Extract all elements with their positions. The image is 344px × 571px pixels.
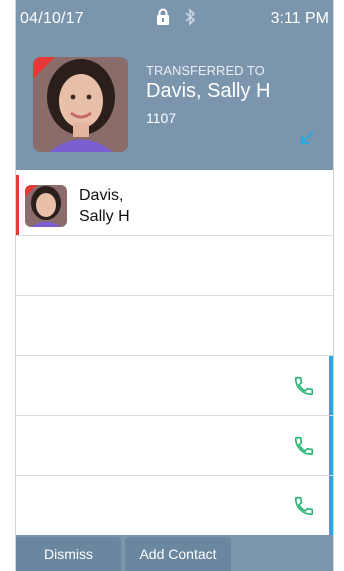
alert-corner-flag bbox=[33, 57, 55, 79]
call-status-label: TRANSFERRED TO bbox=[146, 63, 265, 78]
status-time: 3:11 PM bbox=[270, 10, 329, 27]
status-date: 04/10/17 bbox=[20, 10, 84, 27]
list-item[interactable] bbox=[16, 416, 333, 476]
phone-icon[interactable] bbox=[293, 495, 315, 522]
lock-icon bbox=[156, 8, 170, 26]
line-indicator bbox=[329, 356, 333, 415]
list-item[interactable] bbox=[16, 296, 333, 356]
alert-edge bbox=[16, 175, 19, 235]
list-item[interactable] bbox=[16, 356, 333, 416]
phone-icon[interactable] bbox=[293, 435, 315, 462]
transfer-arrow-icon bbox=[299, 130, 315, 151]
list-item[interactable]: Davis, Sally H bbox=[16, 175, 333, 236]
phone-screen: 04/10/17 3:11 PM TRANSFERRED TO Davis, S… bbox=[16, 0, 333, 571]
bluetooth-icon bbox=[184, 8, 196, 26]
status-icons bbox=[156, 8, 196, 26]
contact-extension: 1107 bbox=[146, 110, 177, 126]
contact-name: Davis, Sally H bbox=[146, 80, 271, 102]
list-item[interactable] bbox=[16, 476, 333, 536]
contact-avatar-small bbox=[25, 185, 67, 227]
call-header: TRANSFERRED TO Davis, Sally H 1107 bbox=[16, 38, 333, 170]
softkey-bar: Dismiss Add Contact bbox=[16, 535, 333, 571]
empty-softkey[interactable] bbox=[235, 535, 333, 571]
contact-first-name: Sally H bbox=[79, 208, 130, 225]
contact-avatar bbox=[33, 57, 128, 152]
add-contact-button[interactable]: Add Contact bbox=[125, 535, 231, 571]
line-indicator bbox=[329, 416, 333, 475]
contact-last-name: Davis, bbox=[79, 187, 124, 204]
line-indicator bbox=[329, 476, 333, 535]
contact-list: Davis, Sally H bbox=[16, 175, 333, 536]
list-item[interactable] bbox=[16, 236, 333, 296]
phone-icon[interactable] bbox=[293, 375, 315, 402]
alert-corner-flag bbox=[25, 185, 37, 197]
dismiss-button[interactable]: Dismiss bbox=[16, 535, 121, 571]
contact-name-list: Davis, Sally H bbox=[79, 185, 130, 227]
status-bar: 04/10/17 3:11 PM bbox=[16, 0, 333, 38]
